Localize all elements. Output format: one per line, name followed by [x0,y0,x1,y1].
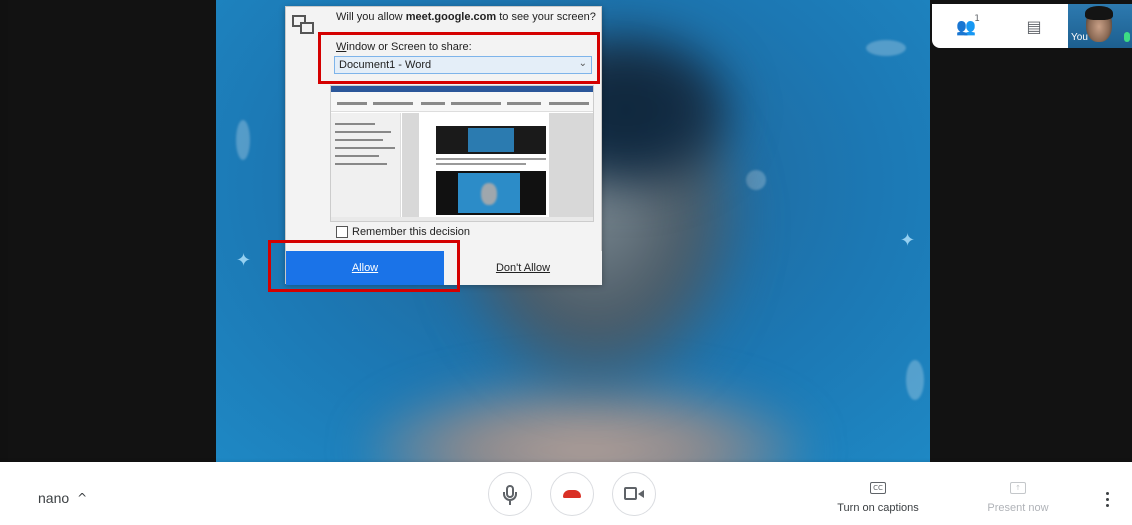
self-hair [1085,6,1113,20]
question-domain: meet.google.com [405,11,497,23]
camera-icon [624,487,644,501]
remember-label: Remember this decision [352,226,470,238]
people-icon: 👥 [956,16,976,36]
remember-checkbox[interactable] [336,226,348,238]
screen-share-icon [292,15,316,37]
dont-allow-label: Don't Allow [495,262,551,274]
highlight-allow-button [268,240,460,292]
captions-button[interactable]: CC Turn on captions [828,482,928,514]
captions-label: Turn on captions [837,502,919,514]
question-prefix: Will you allow [336,11,406,23]
window-preview-thumbnail [330,85,594,222]
end-call-icon [563,490,581,498]
question-suffix: to see your screen? [496,11,596,23]
bottom-controls-bar: nano ^ CC Turn on captions ↑ Present now [0,462,1132,525]
people-button[interactable]: 👥 1 [948,8,984,44]
top-right-panel: 👥 1 ▤ [932,4,1068,48]
dont-allow-button[interactable]: Don't Allow [444,251,602,285]
sparkle-icon: ✦ [900,230,916,251]
highlight-window-select [318,32,600,84]
chat-button[interactable]: ▤ [1016,8,1052,44]
chat-icon: ▤ [1026,16,1042,36]
background-bubble [906,360,924,400]
present-now-button[interactable]: ↑ Present now [978,482,1058,514]
camera-button[interactable] [612,472,656,516]
background-bubble [746,170,766,190]
present-label: Present now [987,502,1049,514]
meeting-name: nano [38,490,70,506]
left-letterbox [8,0,216,462]
meeting-details-button[interactable]: nano ^ [38,490,87,506]
background-bubble [236,120,250,160]
microphone-button[interactable] [488,472,532,516]
right-letterbox [930,0,1132,462]
dialog-question: Will you allow meet.google.com to see yo… [336,11,596,23]
more-options-button[interactable] [1102,492,1112,512]
participants-count: 1 [974,14,980,24]
more-vert-icon [1105,492,1109,495]
caret-up-icon: ^ [77,491,88,505]
background-bubble [866,40,906,56]
self-label: You [1071,32,1088,43]
remember-decision[interactable]: Remember this decision [336,226,470,238]
present-icon: ↑ [1010,482,1026,494]
mic-level-icon [1124,32,1130,42]
captions-icon: CC [870,482,886,494]
sparkle-icon: ✦ [236,250,252,271]
end-call-button[interactable] [550,472,594,516]
self-view-tile[interactable]: You [1068,4,1132,48]
meet-window: ✦ ✦ 👥 1 ▤ You Will you allow meet.google… [0,0,1132,525]
